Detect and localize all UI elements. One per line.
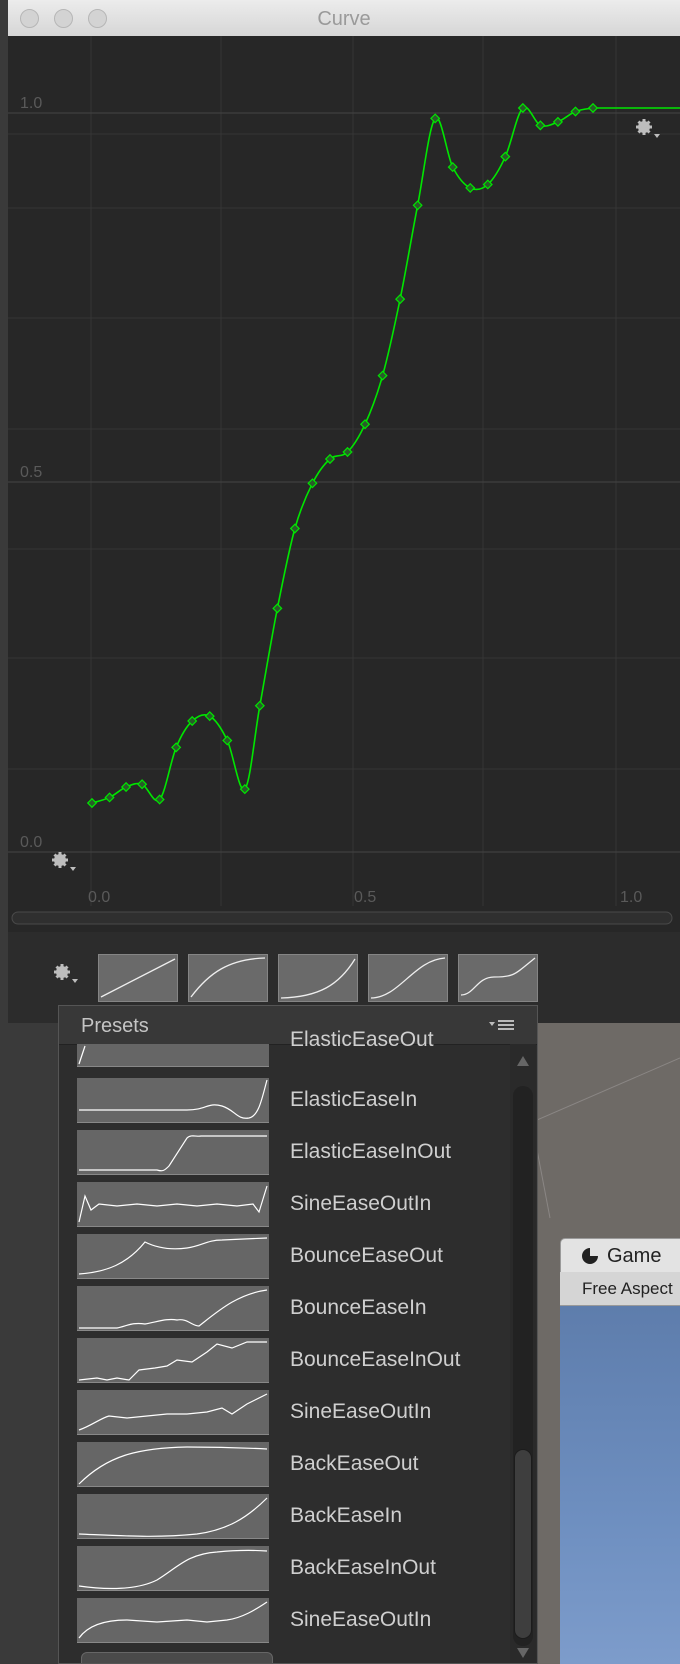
curve-graph[interactable]: 1.0 0.5 0.0 0.0 0.5 1.0	[8, 36, 680, 932]
preset-custom-thumb[interactable]	[458, 954, 538, 1002]
preset-label: BackEaseInOut	[290, 1556, 436, 1579]
preset-ease-out-thumb[interactable]	[188, 954, 268, 1002]
preset-item[interactable]: BounceEaseIn	[59, 1284, 509, 1336]
curve-window: Curve 1.0 0.5 0.0 0.0 0.5 1.0	[8, 0, 680, 1023]
preset-linear-thumb[interactable]	[98, 954, 178, 1002]
preset-item[interactable]: BounceEaseInOut	[59, 1336, 509, 1388]
scene-grid-lines	[530, 1057, 680, 1219]
preset-label: BackEaseIn	[290, 1504, 403, 1527]
preset-curve-thumb	[77, 1078, 269, 1123]
preset-curve-thumb	[77, 1130, 269, 1175]
horizontal-scrollbar[interactable]	[11, 911, 673, 925]
preset-curve-thumb	[77, 1494, 269, 1539]
presets-footer-button[interactable]	[81, 1652, 273, 1663]
preset-item[interactable]: ElasticEaseIn	[59, 1076, 509, 1128]
y-label-mid: 0.5	[20, 464, 42, 481]
presets-popup: Presets ElasticEaseOut ElasticEaseIn Ela…	[58, 1005, 538, 1664]
gear-icon[interactable]	[54, 964, 80, 986]
game-toolbar: Free Aspect	[560, 1272, 680, 1306]
scroll-down-arrow-icon[interactable]	[517, 1648, 529, 1658]
preset-item[interactable]: BounceEaseOut	[59, 1232, 509, 1284]
scroll-up-arrow-icon[interactable]	[517, 1056, 529, 1066]
preset-label: ElasticEaseOut	[290, 1028, 434, 1051]
preset-item[interactable]: SineEaseOutIn	[59, 1180, 509, 1232]
preset-item[interactable]: ElasticEaseOut	[59, 1026, 509, 1078]
preset-item[interactable]: BackEaseInOut	[59, 1544, 509, 1596]
scroll-thumb[interactable]	[514, 1449, 532, 1639]
x-label-start: 0.0	[88, 889, 110, 906]
preset-item[interactable]: BackEaseIn	[59, 1492, 509, 1544]
preset-item[interactable]: ElasticEaseInOut	[59, 1128, 509, 1180]
preset-item[interactable]: BackEaseOut	[59, 1440, 509, 1492]
preset-item[interactable]: SineEaseOutIn	[59, 1596, 509, 1648]
preset-curve-thumb	[77, 1390, 269, 1435]
preset-curve-thumb	[77, 1442, 269, 1487]
preset-label: SineEaseOutIn	[290, 1400, 432, 1423]
x-label-mid: 0.5	[354, 889, 376, 906]
aspect-dropdown[interactable]: Free Aspect	[582, 1279, 673, 1299]
game-tab[interactable]: Game	[560, 1238, 680, 1274]
preset-curve-thumb	[77, 1286, 269, 1331]
preset-curve-thumb	[77, 1338, 269, 1383]
preset-curve-thumb	[77, 1598, 269, 1643]
preset-ease-in-thumb[interactable]	[278, 954, 358, 1002]
preset-label: BackEaseOut	[290, 1452, 419, 1475]
preset-label: SineEaseOutIn	[290, 1192, 432, 1215]
game-tab-label: Game	[607, 1244, 662, 1267]
x-label-end: 1.0	[620, 889, 642, 906]
preset-label: ElasticEaseIn	[290, 1088, 418, 1111]
y-label-bottom: 0.0	[20, 834, 42, 851]
title-bar[interactable]: Curve	[8, 0, 680, 37]
game-view[interactable]	[560, 1306, 680, 1664]
preset-label: SineEaseOutIn	[290, 1608, 432, 1631]
preset-curve-thumb	[77, 1546, 269, 1591]
preset-item[interactable]: SineEaseOutIn	[59, 1388, 509, 1440]
preset-label: BounceEaseInOut	[290, 1348, 461, 1371]
presets-scrollbar[interactable]	[510, 1044, 536, 1663]
preset-ease-in-out-thumb[interactable]	[368, 954, 448, 1002]
game-icon	[582, 1248, 598, 1264]
preset-label: ElasticEaseInOut	[290, 1140, 452, 1163]
preset-label: BounceEaseIn	[290, 1296, 427, 1319]
preset-label: BounceEaseOut	[290, 1244, 443, 1267]
preset-curve-thumb	[77, 1182, 269, 1227]
preset-curve-thumb	[77, 1234, 269, 1279]
y-label-top: 1.0	[20, 95, 42, 112]
preset-curve-thumb	[77, 1044, 269, 1067]
window-title: Curve	[317, 8, 371, 30]
